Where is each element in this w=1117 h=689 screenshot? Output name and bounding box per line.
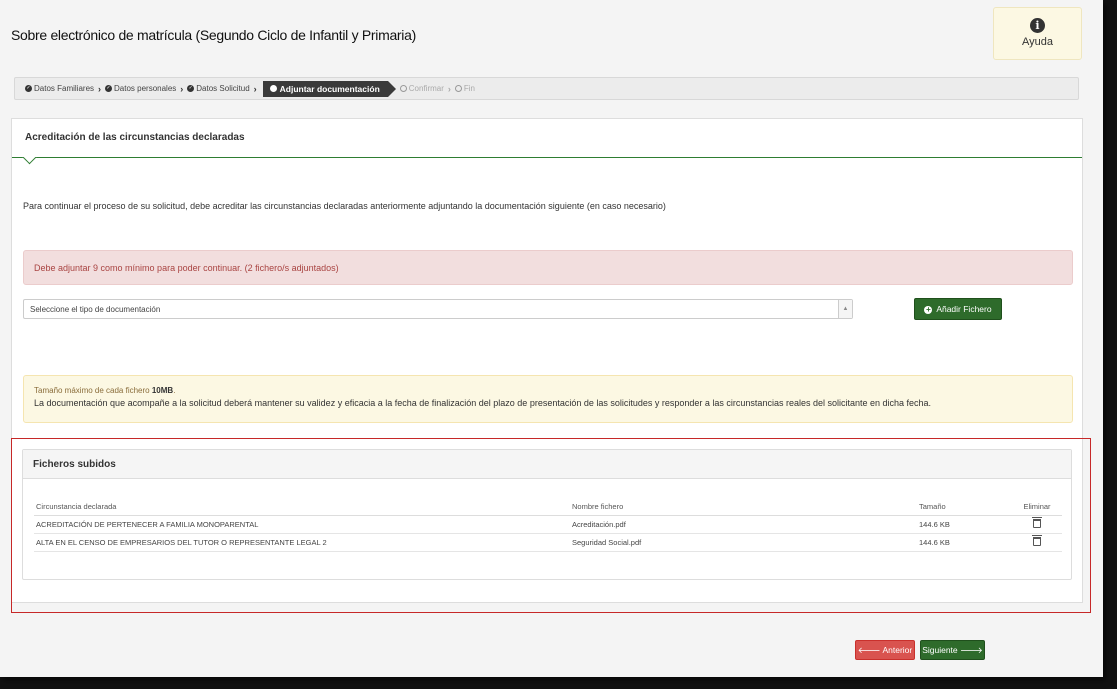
max-size-value: 10MB xyxy=(151,386,174,395)
table-row: ALTA EN EL CENSO DE EMPRESARIOS DEL TUTO… xyxy=(34,533,1062,552)
dot-circle-icon xyxy=(269,85,277,92)
arrow-left-icon: 🡐 xyxy=(857,645,881,655)
breadcrumb-step-fin: Fin xyxy=(454,84,476,93)
breadcrumb-step-label: Datos Solicitud xyxy=(196,84,250,93)
breadcrumb-step-label: Fin xyxy=(463,84,476,93)
plus-circle-icon: + xyxy=(924,305,933,314)
circle-outline-icon xyxy=(399,85,407,92)
next-button[interactable]: Siguiente 🡒 xyxy=(920,640,985,660)
select-placeholder: Seleccione el tipo de documentación xyxy=(30,305,161,314)
info-icon: i xyxy=(1030,18,1045,33)
file-size-warning: Tamaño máximo de cada fichero 10MB. La d… xyxy=(23,375,1073,423)
previous-button[interactable]: 🡐 Anterior xyxy=(855,640,915,660)
table-row: ACREDITACIÓN DE PERTENECER A FAMILIA MON… xyxy=(34,515,1062,534)
check-circle-icon: ✓ xyxy=(25,85,32,92)
check-circle-icon: ✓ xyxy=(105,85,113,92)
breadcrumb-step-label: Confirmar xyxy=(408,84,444,93)
table-header-row: Circunstancia declarada Nombre fichero T… xyxy=(34,502,1062,516)
uploaded-files-panel: Ficheros subidos Circunstancia declarada… xyxy=(22,449,1072,580)
breadcrumb-step-confirmar: Confirmar xyxy=(399,84,444,93)
next-label: Siguiente xyxy=(922,645,958,655)
trash-icon[interactable] xyxy=(1032,516,1042,528)
max-size-prefix: Tamaño máximo de cada fichero xyxy=(34,386,152,395)
chevron-right-icon: › xyxy=(98,83,102,94)
add-file-button[interactable]: + Añadir Fichero xyxy=(914,298,1002,320)
help-button[interactable]: i Ayuda xyxy=(993,7,1082,60)
min-files-alert: Debe adjuntar 9 como mínimo para poder c… xyxy=(23,250,1073,285)
uploaded-files-table: Circunstancia declarada Nombre fichero T… xyxy=(34,502,1062,552)
breadcrumb-step-adjuntar-documentacion: Adjuntar documentación xyxy=(262,80,396,97)
panel-title: Acreditación de las circunstancias decla… xyxy=(12,119,1082,158)
uploaded-files-title: Ficheros subidos xyxy=(23,450,1071,479)
add-file-label: Añadir Fichero xyxy=(936,304,992,314)
circumstance-cell: ALTA EN EL CENSO DE EMPRESARIOS DEL TUTO… xyxy=(34,533,570,552)
help-label: Ayuda xyxy=(1022,36,1053,48)
circumstance-cell: ACREDITACIÓN DE PERTENECER A FAMILIA MON… xyxy=(34,515,570,534)
breadcrumb-step-datos-solicitud[interactable]: ✓ Datos Solicitud xyxy=(187,84,250,93)
panel-notch xyxy=(22,157,38,165)
chevron-right-icon: › xyxy=(447,83,451,94)
breadcrumb-step-datos-familiares[interactable]: ✓ Datos Familiares xyxy=(25,84,94,93)
document-type-select[interactable]: Seleccione el tipo de documentación ▲ xyxy=(23,299,853,319)
file-name-cell: Acreditación.pdf xyxy=(570,515,917,534)
breadcrumb-step-datos-personales[interactable]: ✓ Datos personales xyxy=(105,84,176,93)
file-size-cell: 144.6 KB xyxy=(917,515,1012,534)
intro-text: Para continuar el proceso de su solicitu… xyxy=(23,201,666,211)
arrow-right-icon: 🡒 xyxy=(960,645,983,655)
circle-outline-icon xyxy=(454,85,462,92)
page: Sobre electrónico de matrícula (Segundo … xyxy=(0,0,1103,677)
previous-label: Anterior xyxy=(882,645,913,655)
max-size-note: Tamaño máximo de cada fichero 10MB. xyxy=(34,386,1062,395)
breadcrumb-step-label: Datos personales xyxy=(114,84,177,93)
column-header-size: Tamaño xyxy=(917,502,1012,516)
trash-icon[interactable] xyxy=(1032,534,1042,546)
validity-note: La documentación que acompañe a la solic… xyxy=(34,398,932,408)
chevron-right-icon: › xyxy=(180,83,184,94)
delete-cell xyxy=(1012,533,1062,552)
delete-cell xyxy=(1012,515,1062,534)
check-circle-icon: ✓ xyxy=(187,85,195,92)
max-size-suffix: . xyxy=(173,386,176,395)
dropdown-arrow-icon[interactable]: ▲ xyxy=(838,300,852,318)
column-header-delete: Eliminar xyxy=(1012,502,1062,516)
column-header-file-name: Nombre fichero xyxy=(570,502,917,516)
page-title: Sobre electrónico de matrícula (Segundo … xyxy=(11,27,416,43)
chevron-right-icon: › xyxy=(253,83,257,94)
file-name-cell: Seguridad Social.pdf xyxy=(570,533,917,552)
breadcrumb: ✓ Datos Familiares › ✓ Datos personales … xyxy=(14,77,1079,100)
breadcrumb-step-label: Datos Familiares xyxy=(34,84,95,93)
file-size-cell: 144.6 KB xyxy=(917,533,1012,552)
column-header-circumstance: Circunstancia declarada xyxy=(34,502,570,516)
breadcrumb-step-label: Adjuntar documentación xyxy=(279,83,380,94)
